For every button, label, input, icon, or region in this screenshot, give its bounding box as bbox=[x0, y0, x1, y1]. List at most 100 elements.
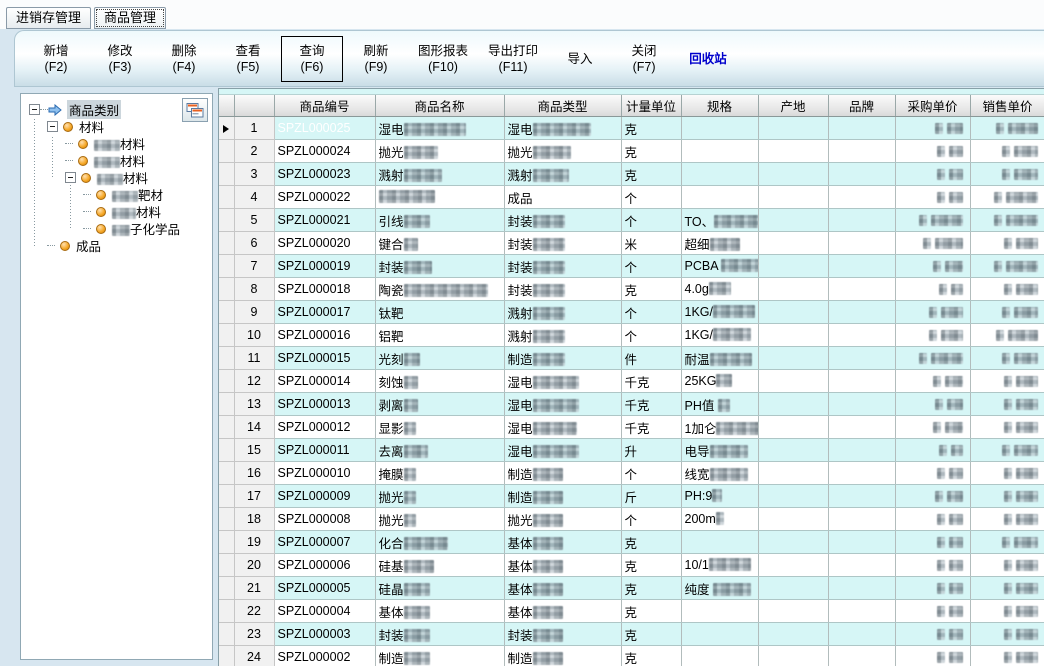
cell-unit[interactable]: 千克 bbox=[621, 416, 681, 439]
table-row[interactable]: 13SPZL000013剥离湿电千克PH值 bbox=[219, 393, 1044, 416]
cell-product-type[interactable]: 溅射 bbox=[504, 324, 621, 347]
cell-origin[interactable] bbox=[758, 186, 828, 209]
cell-product-name[interactable]: 去离 bbox=[375, 439, 504, 462]
row-selector-cell[interactable] bbox=[219, 347, 234, 370]
cell-purchase-price[interactable] bbox=[895, 646, 970, 666]
cell-product-code[interactable]: SPZL000020 bbox=[274, 232, 375, 255]
close-button[interactable]: 关闭(F7) bbox=[613, 36, 675, 82]
tree-layout-button[interactable] bbox=[182, 98, 208, 122]
cell-unit[interactable]: 克 bbox=[621, 577, 681, 600]
cell-product-name[interactable]: 刻蚀 bbox=[375, 370, 504, 393]
column-header-10[interactable]: 销售单价 bbox=[970, 95, 1044, 117]
cell-origin[interactable] bbox=[758, 278, 828, 301]
cell-origin[interactable] bbox=[758, 600, 828, 623]
cell-product-name[interactable]: 抛光 bbox=[375, 485, 504, 508]
cell-spec[interactable]: 1加仑 bbox=[681, 416, 758, 439]
row-selector-cell[interactable] bbox=[219, 393, 234, 416]
table-row[interactable]: 19SPZL000007化合基体克 bbox=[219, 531, 1044, 554]
column-header-4[interactable]: 商品类型 bbox=[504, 95, 621, 117]
cell-brand[interactable] bbox=[828, 554, 895, 577]
cell-spec[interactable] bbox=[681, 117, 758, 140]
table-row[interactable]: 24SPZL000002制造制造克 bbox=[219, 646, 1044, 666]
cell-unit[interactable]: 克 bbox=[621, 278, 681, 301]
cell-product-name[interactable]: 抛光 bbox=[375, 508, 504, 531]
cell-origin[interactable] bbox=[758, 531, 828, 554]
cell-product-name[interactable]: 硅基 bbox=[375, 554, 504, 577]
cell-product-name[interactable]: 剥离 bbox=[375, 393, 504, 416]
cell-unit[interactable]: 斤 bbox=[621, 485, 681, 508]
cell-spec[interactable] bbox=[681, 186, 758, 209]
row-selector-cell[interactable] bbox=[219, 531, 234, 554]
cell-purchase-price[interactable] bbox=[895, 117, 970, 140]
cell-product-code[interactable]: SPZL000024 bbox=[274, 140, 375, 163]
cell-brand[interactable] bbox=[828, 577, 895, 600]
cell-product-name[interactable]: 键合 bbox=[375, 232, 504, 255]
cell-unit[interactable]: 克 bbox=[621, 531, 681, 554]
cell-purchase-price[interactable] bbox=[895, 462, 970, 485]
cell-sale-price[interactable] bbox=[970, 623, 1044, 646]
row-selector-cell[interactable] bbox=[219, 485, 234, 508]
table-row[interactable]: 2SPZL000024抛光抛光克 bbox=[219, 140, 1044, 163]
row-selector-cell[interactable] bbox=[219, 117, 234, 140]
cell-product-code[interactable]: SPZL000014 bbox=[274, 370, 375, 393]
row-selector-cell[interactable] bbox=[219, 209, 234, 232]
cell-product-type[interactable]: 基体 bbox=[504, 554, 621, 577]
cell-brand[interactable] bbox=[828, 255, 895, 278]
cell-sale-price[interactable] bbox=[970, 439, 1044, 462]
table-row[interactable]: 7SPZL000019封装封装个PCBA bbox=[219, 255, 1044, 278]
export-print-button[interactable]: 导出打印(F11) bbox=[479, 36, 547, 82]
cell-origin[interactable] bbox=[758, 209, 828, 232]
cell-purchase-price[interactable] bbox=[895, 554, 970, 577]
tree-node-material-sub-3[interactable]: 材料 bbox=[21, 169, 212, 186]
cell-product-code[interactable]: SPZL000019 bbox=[274, 255, 375, 278]
cell-sale-price[interactable] bbox=[970, 232, 1044, 255]
cell-unit[interactable]: 克 bbox=[621, 140, 681, 163]
cell-product-type[interactable]: 封装 bbox=[504, 209, 621, 232]
table-row[interactable]: 11SPZL000015光刻制造件耐温 bbox=[219, 347, 1044, 370]
collapse-expander-icon[interactable] bbox=[29, 104, 40, 115]
cell-product-code[interactable]: SPZL000006 bbox=[274, 554, 375, 577]
table-row[interactable]: 3SPZL000023溅射溅射克 bbox=[219, 163, 1044, 186]
table-row[interactable]: 10SPZL000016铝靶溅射个1KG/ bbox=[219, 324, 1044, 347]
cell-sale-price[interactable] bbox=[970, 140, 1044, 163]
cell-product-name[interactable]: 抛光 bbox=[375, 140, 504, 163]
cell-origin[interactable] bbox=[758, 301, 828, 324]
tree-node-material-sub-3-2[interactable]: 材料 bbox=[21, 203, 212, 220]
column-header-5[interactable]: 计量单位 bbox=[621, 95, 681, 117]
cell-product-code[interactable]: SPZL000002 bbox=[274, 646, 375, 666]
cell-product-code[interactable]: SPZL000007 bbox=[274, 531, 375, 554]
cell-product-code[interactable]: SPZL000009 bbox=[274, 485, 375, 508]
cell-brand[interactable] bbox=[828, 278, 895, 301]
cell-unit[interactable]: 个 bbox=[621, 301, 681, 324]
cell-sale-price[interactable] bbox=[970, 117, 1044, 140]
edit-button[interactable]: 修改(F3) bbox=[89, 36, 151, 82]
cell-sale-price[interactable] bbox=[970, 393, 1044, 416]
cell-unit[interactable]: 克 bbox=[621, 623, 681, 646]
cell-product-code[interactable]: SPZL000023 bbox=[274, 163, 375, 186]
cell-product-type[interactable]: 制造 bbox=[504, 485, 621, 508]
table-row[interactable]: 20SPZL000006硅基基体克10/1 bbox=[219, 554, 1044, 577]
row-selector-cell[interactable] bbox=[219, 439, 234, 462]
view-button[interactable]: 查看(F5) bbox=[217, 36, 279, 82]
cell-sale-price[interactable] bbox=[970, 278, 1044, 301]
cell-origin[interactable] bbox=[758, 255, 828, 278]
tree-node-target-material[interactable]: 靶材 bbox=[21, 186, 212, 203]
cell-product-name[interactable]: 化合 bbox=[375, 531, 504, 554]
row-selector-cell[interactable] bbox=[219, 278, 234, 301]
cell-product-type[interactable]: 湿电 bbox=[504, 439, 621, 462]
cell-unit[interactable]: 克 bbox=[621, 554, 681, 577]
table-row[interactable]: 17SPZL000009抛光制造斤PH:9 bbox=[219, 485, 1044, 508]
cell-sale-price[interactable] bbox=[970, 577, 1044, 600]
tab-product-management[interactable]: 商品管理 bbox=[94, 7, 166, 29]
cell-product-code[interactable]: SPZL000015 bbox=[274, 347, 375, 370]
cell-product-code[interactable]: SPZL000013 bbox=[274, 393, 375, 416]
cell-spec[interactable]: 4.0g bbox=[681, 278, 758, 301]
cell-spec[interactable]: 25KG bbox=[681, 370, 758, 393]
cell-spec[interactable]: TO、 bbox=[681, 209, 758, 232]
cell-sale-price[interactable] bbox=[970, 186, 1044, 209]
column-header-3[interactable]: 商品名称 bbox=[375, 95, 504, 117]
cell-sale-price[interactable] bbox=[970, 324, 1044, 347]
cell-origin[interactable] bbox=[758, 508, 828, 531]
cell-unit[interactable]: 米 bbox=[621, 232, 681, 255]
tree-node-material-sub-2[interactable]: 材料 bbox=[21, 152, 212, 169]
